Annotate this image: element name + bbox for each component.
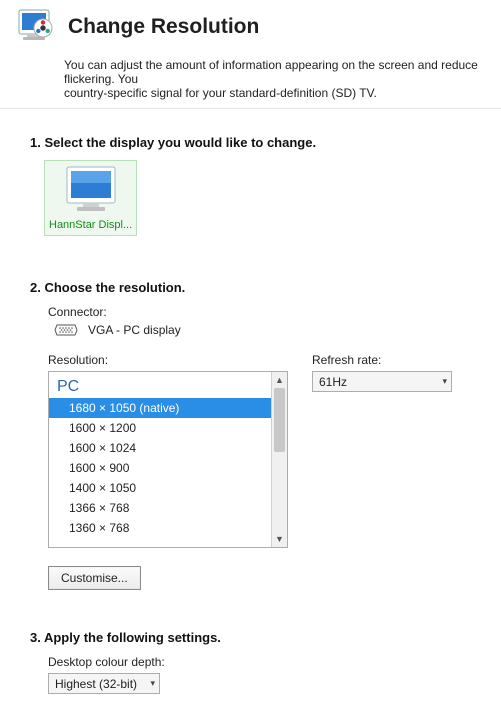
change-resolution-page: { "header": { "title": "Change Resolutio…	[0, 0, 501, 706]
content: 1. Select the display you would like to …	[0, 109, 501, 704]
resolution-item[interactable]: 1366 × 768	[49, 498, 271, 518]
connector-value: VGA - PC display	[88, 323, 181, 337]
scrollbar-track[interactable]	[272, 388, 287, 531]
monitor-icon	[16, 6, 58, 48]
step1-title: 1. Select the display you would like to …	[30, 135, 491, 150]
chevron-down-icon: ▾	[442, 376, 447, 387]
refresh-rate-dropdown[interactable]: 61Hz ▾	[312, 371, 452, 392]
resolution-item[interactable]: 1600 × 1200	[49, 418, 271, 438]
refresh-rate-value: 61Hz	[319, 375, 347, 389]
customise-button-label: Customise...	[61, 571, 128, 585]
page-description-line1: You can adjust the amount of information…	[64, 58, 478, 86]
display-option[interactable]: HannStar Displ...	[44, 160, 137, 236]
resolution-item[interactable]: 1360 × 768	[49, 518, 271, 538]
colour-depth-label: Desktop colour depth:	[48, 655, 491, 669]
resolution-refresh-row: Resolution: PC 1680 × 1050 (native) 1600…	[48, 343, 491, 590]
step2-body: Connector: VGA - PC display Resolution:	[30, 305, 491, 590]
header: Change Resolution	[0, 0, 501, 50]
resolution-item[interactable]: 1400 × 1050	[49, 478, 271, 498]
scroll-down-button[interactable]: ▼	[272, 531, 287, 547]
page-title: Change Resolution	[68, 15, 259, 39]
scroll-up-button[interactable]: ▲	[272, 372, 287, 388]
resolution-item[interactable]: 1600 × 900	[49, 458, 271, 478]
resolution-group-pc: PC	[49, 372, 271, 398]
page-description-line2: country-specific signal for your standar…	[64, 86, 377, 100]
connector-label: Connector:	[48, 305, 491, 319]
page-description: You can adjust the amount of information…	[0, 50, 501, 108]
refresh-rate-label: Refresh rate:	[312, 353, 452, 367]
colour-depth-value: Highest (32-bit)	[55, 677, 137, 691]
monitor-thumbnail-icon	[63, 165, 119, 215]
resolution-item[interactable]: 1600 × 1024	[49, 438, 271, 458]
chevron-up-icon: ▲	[275, 375, 284, 385]
vga-icon	[54, 324, 78, 336]
resolution-label: Resolution:	[48, 353, 288, 367]
step3-body: Desktop colour depth: Highest (32-bit) ▾	[30, 655, 491, 694]
step3-title: 3. Apply the following settings.	[30, 630, 491, 645]
resolution-item[interactable]: 1680 × 1050 (native)	[49, 398, 271, 418]
chevron-down-icon: ▾	[150, 678, 155, 689]
customise-button[interactable]: Customise...	[48, 566, 141, 590]
resolution-scroll: PC 1680 × 1050 (native) 1600 × 1200 1600…	[49, 372, 271, 547]
scrollbar[interactable]: ▲ ▼	[271, 372, 287, 547]
display-label: HannStar Displ...	[49, 219, 132, 231]
resolution-listbox[interactable]: PC 1680 × 1050 (native) 1600 × 1200 1600…	[48, 371, 288, 548]
colour-depth-dropdown[interactable]: Highest (32-bit) ▾	[48, 673, 160, 694]
scrollbar-thumb[interactable]	[274, 388, 285, 452]
connector-row: VGA - PC display	[54, 323, 491, 337]
step2-title: 2. Choose the resolution.	[30, 280, 491, 295]
chevron-down-icon: ▼	[275, 534, 284, 544]
